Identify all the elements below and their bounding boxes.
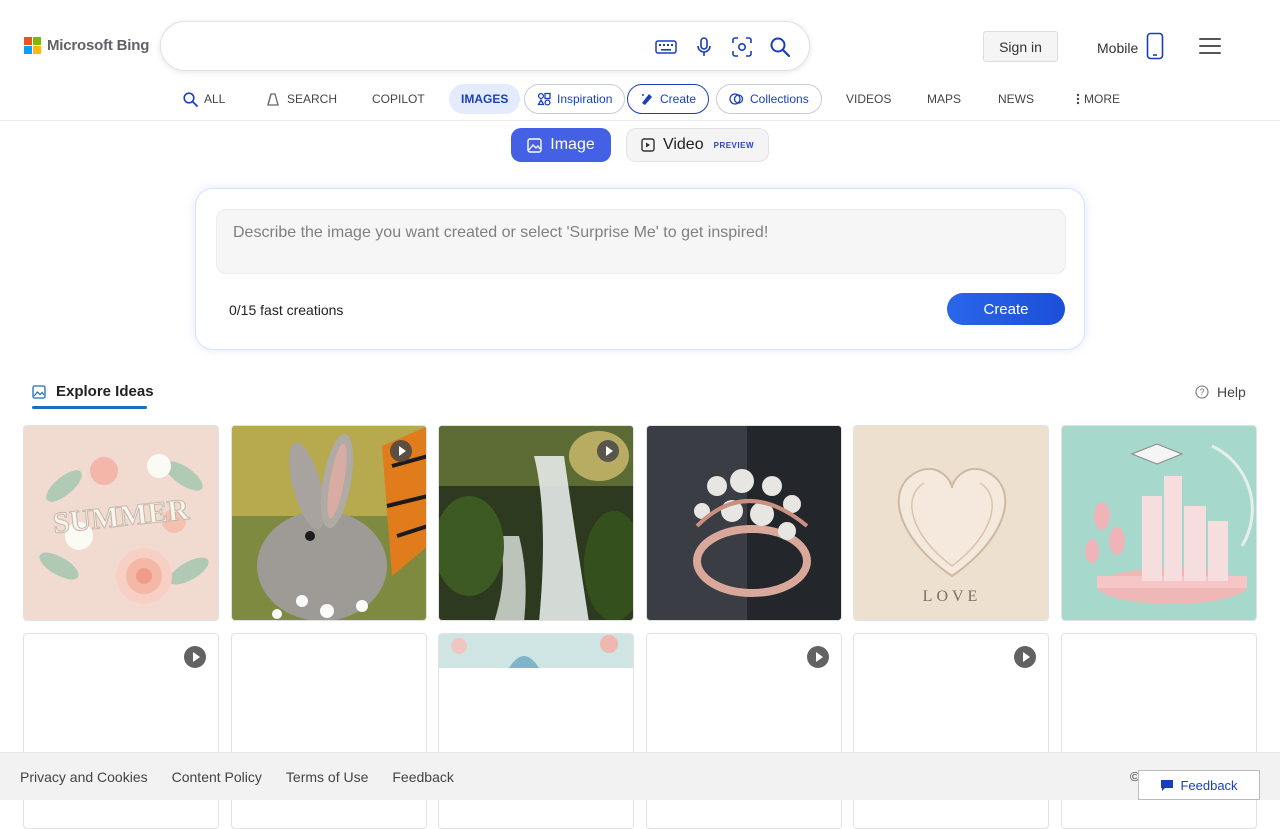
search-input[interactable]: [183, 34, 653, 60]
tab-collections[interactable]: Collections: [716, 84, 822, 114]
svg-text:LOVE: LOVE: [923, 588, 982, 605]
paper-heart-love-image: LOVE: [854, 426, 1048, 620]
pearl-ring-image: [647, 426, 841, 620]
tab-videos[interactable]: VIDEOS: [846, 84, 891, 114]
tab-images[interactable]: IMAGES: [449, 84, 521, 114]
search-icon[interactable]: [769, 36, 791, 58]
explore-ideas-title: Explore Ideas: [56, 383, 154, 400]
create-button[interactable]: Create: [947, 293, 1065, 325]
image-mode-button[interactable]: Image: [511, 128, 611, 162]
play-icon: [597, 440, 619, 462]
footer-link-privacy[interactable]: Privacy and Cookies: [20, 769, 148, 785]
fast-creations-count: 0/15 fast creations: [229, 302, 344, 318]
tab-label: Collections: [750, 92, 809, 106]
mobile-label: Mobile: [1097, 39, 1139, 56]
graduation-city-image: [1062, 426, 1256, 620]
svg-text:?: ?: [1199, 387, 1204, 397]
visual-search-icon[interactable]: [731, 36, 753, 58]
footer-link-content-policy[interactable]: Content Policy: [172, 769, 262, 785]
help-link[interactable]: ? Help: [1195, 384, 1246, 400]
tab-label: NEWS: [998, 92, 1034, 106]
tab-more[interactable]: MORE: [1076, 84, 1120, 114]
phone-icon: [1146, 32, 1164, 63]
feedback-icon: [1161, 779, 1174, 791]
idea-tile-graduation[interactable]: [1061, 425, 1257, 621]
tab-label: MORE: [1084, 92, 1120, 106]
explore-ideas-tab[interactable]: Explore Ideas: [32, 383, 154, 400]
image-icon: [527, 137, 542, 153]
play-icon: [390, 440, 412, 462]
more-vertical-icon: [1076, 93, 1080, 105]
header: Microsoft Bing Sign in Mobile: [0, 0, 1280, 86]
play-icon: [1014, 646, 1036, 668]
microphone-icon[interactable]: [693, 36, 715, 58]
tab-copilot[interactable]: COPILOT: [372, 84, 425, 114]
tab-label: ALL: [204, 92, 226, 106]
tab-label: Inspiration: [557, 92, 613, 106]
footer-link-terms[interactable]: Terms of Use: [286, 769, 368, 785]
video-mode-label: Video: [662, 136, 704, 153]
help-icon: ?: [1195, 385, 1209, 399]
tab-label: IMAGES: [461, 92, 509, 106]
tab-label: SEARCH: [287, 92, 338, 106]
tab-create[interactable]: Create: [627, 84, 710, 114]
tab-label: Create: [660, 92, 697, 106]
summer-paper-flowers-image: SUMMER: [24, 426, 218, 620]
prompt-textarea[interactable]: Describe the image you want created or s…: [216, 209, 1066, 274]
copilot-search-icon: [267, 92, 279, 106]
preview-badge: PREVIEW: [713, 140, 755, 150]
menu-icon[interactable]: [1199, 38, 1221, 54]
tab-label: COPILOT: [372, 92, 425, 106]
tab-inspiration[interactable]: Inspiration: [524, 84, 626, 114]
idea-tile-waterfall[interactable]: [438, 425, 634, 621]
tab-news[interactable]: NEWS: [998, 84, 1034, 114]
footer-link-feedback[interactable]: Feedback: [392, 769, 453, 785]
feedback-label: Feedback: [1180, 777, 1238, 793]
sign-in-button[interactable]: Sign in: [983, 31, 1058, 62]
video-mode-button[interactable]: Video PREVIEW: [626, 128, 769, 162]
idea-tile-love[interactable]: LOVE: [853, 425, 1049, 621]
footer: Privacy and Cookies Content Policy Terms…: [0, 752, 1280, 800]
keyboard-icon[interactable]: [655, 36, 677, 58]
scope-tabs: ALL SEARCH COPILOT IMAGES Inspiration Cr…: [0, 84, 1280, 121]
partial-image: [439, 634, 633, 668]
bing-logo[interactable]: Microsoft Bing: [24, 37, 149, 54]
microsoft-logo-icon: [24, 37, 41, 54]
search-icon: [183, 91, 198, 107]
image-icon: [32, 384, 46, 399]
tab-search[interactable]: SEARCH: [265, 84, 337, 114]
tab-label: MAPS: [927, 92, 962, 106]
help-label: Help: [1217, 384, 1246, 400]
video-icon: [641, 138, 655, 152]
tab-label: VIDEOS: [846, 92, 892, 106]
mobile-link[interactable]: Mobile: [1097, 32, 1164, 63]
feedback-button[interactable]: Feedback: [1138, 770, 1260, 800]
search-box[interactable]: [160, 21, 810, 71]
image-mode-label: Image: [550, 136, 595, 153]
brand-name: Microsoft Bing: [47, 37, 150, 54]
explore-tab-underline: [32, 406, 147, 409]
idea-tile-ring[interactable]: [646, 425, 842, 621]
tab-maps[interactable]: MAPS: [927, 84, 961, 114]
create-icon: [642, 94, 652, 105]
collections-icon: [729, 93, 744, 105]
tab-all[interactable]: ALL: [183, 84, 225, 114]
idea-tile-summer[interactable]: SUMMER: [23, 425, 219, 621]
idea-tile-rabbit[interactable]: [231, 425, 427, 621]
play-icon: [184, 646, 206, 668]
inspiration-icon: [537, 92, 551, 106]
create-panel: Describe the image you want created or s…: [195, 188, 1085, 350]
play-icon: [807, 646, 829, 668]
